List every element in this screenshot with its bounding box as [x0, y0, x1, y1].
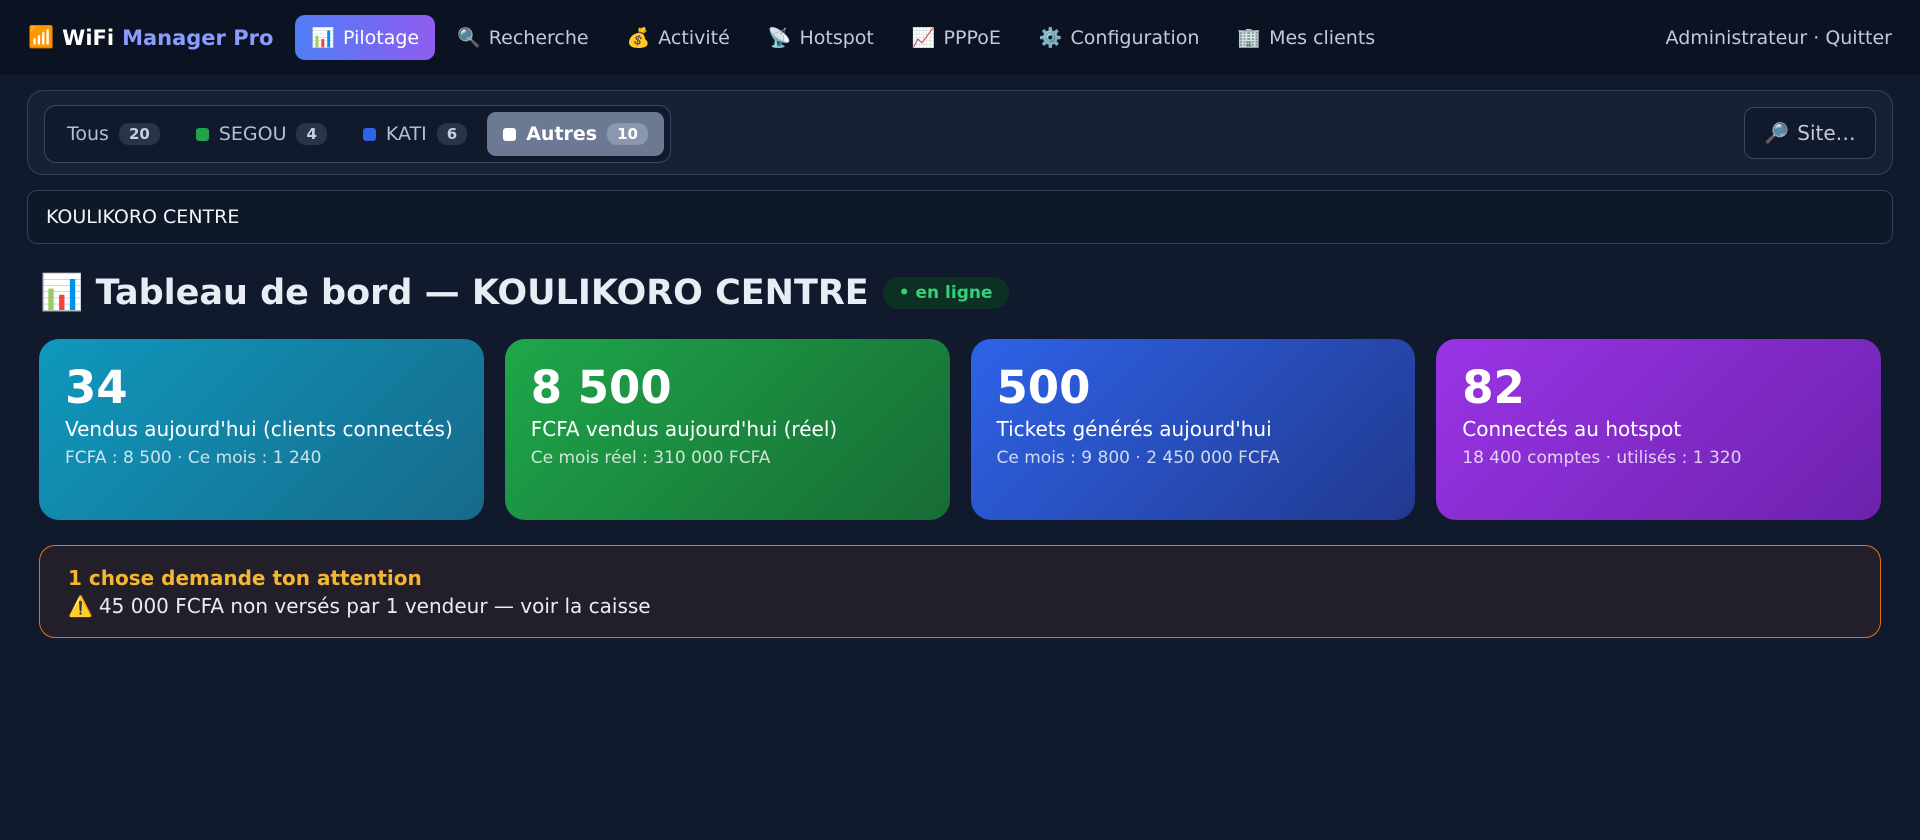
filter-tab-segou[interactable]: SEGOU 4	[180, 112, 343, 156]
user-name: Administrateur	[1665, 26, 1808, 49]
user-area: Administrateur · Quitter	[1666, 27, 1892, 49]
stat-label: Vendus aujourd'hui (clients connectés)	[65, 417, 453, 441]
app-brand[interactable]: 📶 WiFi Manager Pro	[28, 25, 273, 50]
region-filter-tabs: Tous 20 SEGOU 4 KATI 6 Autres 10	[44, 105, 671, 163]
money-bag-icon: 💰	[626, 27, 651, 49]
chart-icon: 📊	[40, 273, 84, 313]
stat-value: 34	[65, 361, 128, 414]
nav-item-activite[interactable]: 💰 Activité	[611, 15, 746, 60]
nav-item-label: Configuration	[1070, 26, 1200, 49]
site-search-label: Site…	[1797, 121, 1856, 145]
nav-item-pppoe[interactable]: 📈 PPPoE	[896, 15, 1017, 60]
filter-tab-kati[interactable]: KATI 6	[347, 112, 483, 156]
selected-site-value: KOULIKORO CENTRE	[46, 206, 240, 228]
magnifier-icon: 🔎	[1764, 121, 1790, 145]
brand-name: WiFi	[62, 25, 115, 50]
nav-item-label: Recherche	[488, 26, 589, 49]
stat-card-hotspot-connected[interactable]: 82 Connectés au hotspot 18 400 comptes ·…	[1436, 339, 1881, 520]
trend-chart-icon: 📈	[911, 27, 936, 49]
attention-alert: 1 chose demande ton attention ⚠️ 45 000 …	[39, 545, 1881, 638]
count-badge: 10	[607, 123, 648, 145]
nav-item-mes-clients[interactable]: 🏢 Mes clients	[1221, 15, 1391, 60]
stat-label: Tickets générés aujourd'hui	[996, 417, 1272, 441]
page-title-text: Tableau de bord — KOULIKORO CENTRE	[95, 272, 869, 313]
search-icon: 🔍	[457, 27, 481, 49]
filter-tab-label: SEGOU	[218, 123, 287, 145]
count-badge: 20	[118, 123, 160, 145]
top-navbar: 📶 WiFi Manager Pro 📊 Pilotage 🔍 Recherch…	[0, 0, 1920, 75]
site-search-button[interactable]: 🔎 Site…	[1744, 107, 1876, 159]
blue-square-icon	[362, 127, 376, 141]
filter-tab-label: KATI	[385, 123, 427, 145]
filter-tab-tous[interactable]: Tous 20	[51, 112, 176, 156]
logout-link[interactable]: Quitter	[1825, 27, 1892, 49]
stat-value: 8 500	[530, 361, 672, 414]
main-nav: 📊 Pilotage 🔍 Recherche 💰 Activité 📡 Hots…	[295, 15, 1391, 60]
nav-item-label: Mes clients	[1269, 26, 1376, 49]
warning-icon: ⚠️	[68, 594, 93, 618]
gear-icon: ⚙️	[1038, 27, 1063, 49]
filter-panel: Tous 20 SEGOU 4 KATI 6 Autres 10 🔎 Site…	[27, 90, 1893, 175]
filter-tab-autres[interactable]: Autres 10	[487, 112, 664, 156]
nav-item-label: Hotspot	[799, 26, 874, 49]
nav-item-label: Activité	[658, 26, 730, 49]
stat-subtext: FCFA : 8 500 · Ce mois : 1 240	[65, 448, 322, 468]
stat-card-fcfa-today[interactable]: 8 500 FCFA vendus aujourd'hui (réel) Ce …	[504, 339, 950, 520]
nav-item-recherche[interactable]: 🔍 Recherche	[441, 15, 604, 60]
filter-tab-label: Tous	[67, 123, 109, 145]
office-building-icon: 🏢	[1237, 27, 1262, 49]
separator: ·	[1813, 26, 1820, 49]
stat-card-sold-today[interactable]: 34 Vendus aujourd'hui (clients connectés…	[39, 339, 484, 520]
nav-item-label: Pilotage	[343, 26, 420, 49]
nav-item-pilotage[interactable]: 📊 Pilotage	[295, 15, 436, 60]
stat-value: 500	[996, 361, 1091, 414]
count-badge: 6	[436, 123, 468, 145]
dashboard-header: 📊 Tableau de bord — KOULIKORO CENTRE • e…	[40, 272, 1009, 313]
white-square-icon	[503, 127, 517, 141]
status-badge: • en ligne	[882, 276, 1009, 309]
green-square-icon	[195, 127, 209, 141]
stat-cards: 34 Vendus aujourd'hui (clients connectés…	[39, 339, 1881, 520]
page-title: 📊 Tableau de bord — KOULIKORO CENTRE	[40, 272, 869, 314]
alert-message-text: 45 000 FCFA non versés par 1 vendeur — v…	[98, 594, 651, 618]
count-badge: 4	[296, 123, 327, 145]
selected-site-field[interactable]: KOULIKORO CENTRE	[27, 190, 1893, 244]
stat-card-tickets-today[interactable]: 500 Tickets générés aujourd'hui Ce mois …	[970, 339, 1416, 520]
stat-label: FCFA vendus aujourd'hui (réel)	[530, 417, 838, 441]
chart-icon: 📊	[311, 27, 336, 49]
brand-name-accent: Manager Pro	[122, 25, 274, 50]
alert-message[interactable]: ⚠️ 45 000 FCFA non versés par 1 vendeur …	[68, 594, 1852, 618]
stat-subtext: 18 400 comptes · utilisés : 1 320	[1462, 448, 1742, 468]
stat-subtext: Ce mois réel : 310 000 FCFA	[530, 448, 771, 468]
stat-value: 82	[1462, 361, 1525, 414]
alert-title: 1 chose demande ton attention	[68, 566, 422, 590]
filter-tab-label: Autres	[526, 123, 598, 145]
satellite-antenna-icon: 📡	[767, 27, 792, 49]
nav-item-hotspot[interactable]: 📡 Hotspot	[752, 15, 890, 60]
wifi-signal-icon: 📶	[28, 25, 55, 49]
stat-label: Connectés au hotspot	[1462, 417, 1682, 441]
nav-item-configuration[interactable]: ⚙️ Configuration	[1023, 15, 1216, 60]
nav-item-label: PPPoE	[943, 26, 1001, 49]
stat-subtext: Ce mois : 9 800 · 2 450 000 FCFA	[996, 448, 1280, 468]
